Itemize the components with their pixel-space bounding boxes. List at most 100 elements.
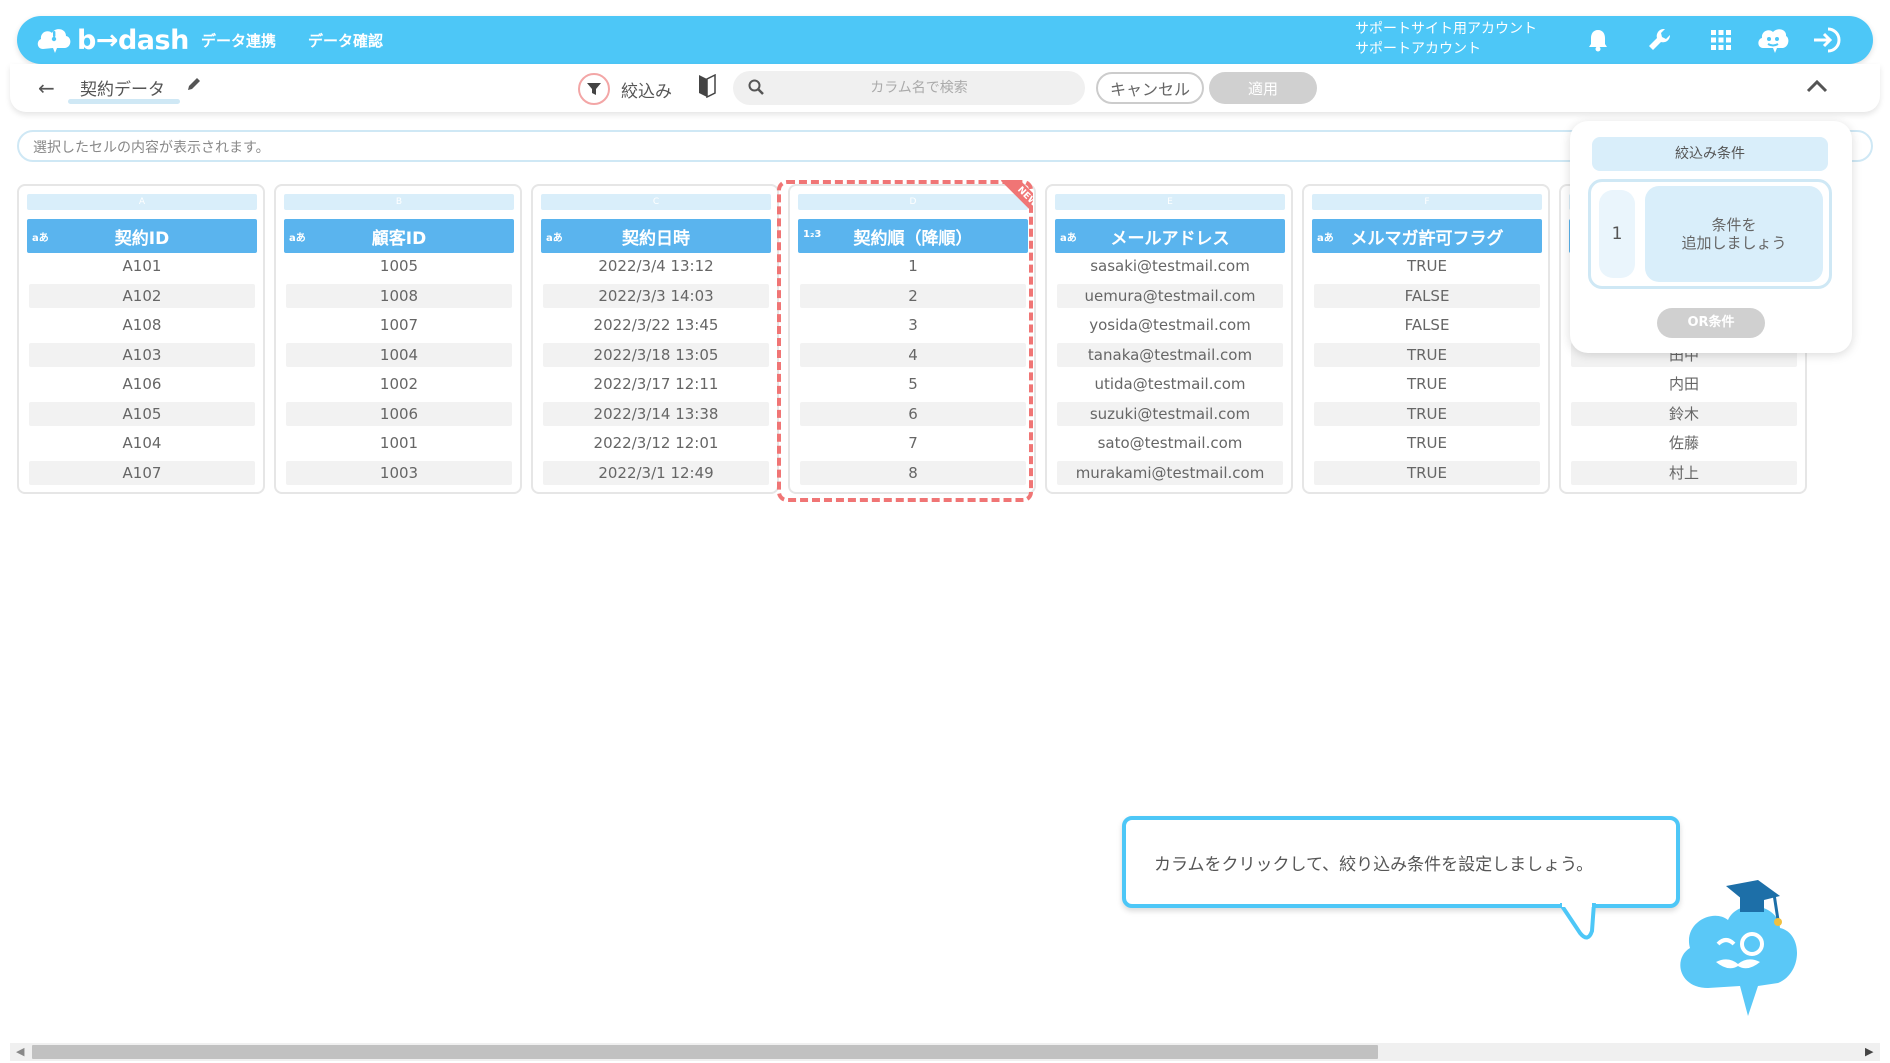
nav-data-integration[interactable]: データ連携 xyxy=(201,30,276,51)
table-cell[interactable]: 1006 xyxy=(286,402,512,426)
account-info[interactable]: サポートサイト用アカウント サポートアカウント xyxy=(1355,19,1537,59)
tooltip-tail xyxy=(1560,903,1596,940)
table-column[interactable]: Aaあ 契約ID A101 A102 A108 A103 A106 A105 A104 A107 xyxy=(17,184,265,494)
table-column[interactable]: Eaあ メールアドレス sasaki@testmail.com uemura@test… xyxy=(1045,184,1293,494)
table-cell[interactable]: 5 xyxy=(800,372,1026,396)
column-header[interactable]: aあ 契約ID xyxy=(27,219,257,253)
logo[interactable]: b→dash xyxy=(35,22,195,58)
dropzone-line2: 追加しましょう xyxy=(1681,234,1787,252)
table-cell[interactable]: A105 xyxy=(29,402,255,426)
table-column[interactable]: Faあ メルマガ許可フラグ TRUE FALSE FALSE TRUE TRUE TRUE TR… xyxy=(1302,184,1550,494)
table-cell[interactable]: tanaka@testmail.com xyxy=(1057,343,1283,367)
edit-title-icon[interactable] xyxy=(186,76,202,96)
table-column[interactable]: Baあ 顧客ID 1005 1008 1007 1004 1002 1006 1001 1003 xyxy=(274,184,522,494)
table-cell[interactable]: TRUE xyxy=(1314,431,1540,455)
table-cell[interactable]: 8 xyxy=(800,461,1026,485)
table-cell[interactable]: 1004 xyxy=(286,343,512,367)
table-cell[interactable]: 内田 xyxy=(1571,372,1797,396)
table-cell[interactable]: A106 xyxy=(29,372,255,396)
table-cell[interactable]: 1002 xyxy=(286,372,512,396)
table-cell[interactable]: A108 xyxy=(29,313,255,337)
scrollbar-thumb[interactable] xyxy=(32,1045,1378,1059)
table-cell[interactable]: TRUE xyxy=(1314,254,1540,278)
table-column[interactable]: Caあ 契約日時 2022/3/4 13:12 2022/3/3 14:03 2022/… xyxy=(531,184,779,494)
table-cell[interactable]: A107 xyxy=(29,461,255,485)
table-cell[interactable]: suzuki@testmail.com xyxy=(1057,402,1283,426)
column-name: 契約ID xyxy=(114,228,170,249)
table-cell[interactable]: A103 xyxy=(29,343,255,367)
table-cell[interactable]: TRUE xyxy=(1314,461,1540,485)
column-header[interactable]: 1₂3 契約順（降順） xyxy=(798,219,1028,253)
table-cell[interactable]: 2022/3/18 13:05 xyxy=(543,343,769,367)
table-column[interactable]: D 1₂3 契約順（降順） 1 2 3 4 5 6 7 8 xyxy=(788,184,1036,494)
wrench-icon[interactable] xyxy=(1644,24,1676,56)
table-cell[interactable]: TRUE xyxy=(1314,343,1540,367)
table-cell[interactable]: 2022/3/3 14:03 xyxy=(543,284,769,308)
table-cell[interactable]: 2022/3/14 13:38 xyxy=(543,402,769,426)
column-header[interactable]: aあ メルマガ許可フラグ xyxy=(1312,219,1542,253)
cancel-button[interactable]: キャンセル xyxy=(1096,72,1204,104)
logout-icon[interactable] xyxy=(1811,24,1843,56)
table-cell[interactable]: A104 xyxy=(29,431,255,455)
or-condition-button[interactable]: OR条件 xyxy=(1657,308,1765,338)
table-cell[interactable]: murakami@testmail.com xyxy=(1057,461,1283,485)
table-cell[interactable]: 1 xyxy=(800,254,1026,278)
table-cell[interactable]: 2 xyxy=(800,284,1026,308)
condition-group[interactable]: 1 条件を 追加しましょう xyxy=(1588,179,1832,289)
table-cell[interactable]: TRUE xyxy=(1314,372,1540,396)
table-cell[interactable]: yosida@testmail.com xyxy=(1057,313,1283,337)
table-cell[interactable]: A102 xyxy=(29,284,255,308)
nav-data-check[interactable]: データ確認 xyxy=(308,30,383,51)
column-letter: F xyxy=(1312,194,1542,210)
chevron-up-icon[interactable] xyxy=(1806,78,1828,97)
table-cell[interactable]: A101 xyxy=(29,254,255,278)
horizontal-scrollbar[interactable]: ◀ ▶ xyxy=(10,1043,1880,1061)
table-cell[interactable]: 1003 xyxy=(286,461,512,485)
table-cell[interactable]: 2022/3/4 13:12 xyxy=(543,254,769,278)
table-cell[interactable]: 1007 xyxy=(286,313,512,337)
table-cell[interactable]: 1001 xyxy=(286,431,512,455)
table-cell[interactable]: 2022/3/12 12:01 xyxy=(543,431,769,455)
table-cell[interactable]: 2022/3/22 13:45 xyxy=(543,313,769,337)
column-header[interactable]: aあ 顧客ID xyxy=(284,219,514,253)
mascot-help-icon[interactable] xyxy=(1757,24,1789,56)
column-letter: C xyxy=(541,194,771,210)
guide-tooltip: カラムをクリックして、絞り込み条件を設定しましょう。 xyxy=(1122,816,1680,908)
dropzone-line1: 条件を xyxy=(1711,216,1757,234)
table-cell[interactable]: 3 xyxy=(800,313,1026,337)
scroll-left-icon[interactable]: ◀ xyxy=(16,1045,24,1058)
table-cell[interactable]: TRUE xyxy=(1314,402,1540,426)
add-condition-dropzone[interactable]: 条件を 追加しましょう xyxy=(1645,186,1823,282)
bell-icon[interactable] xyxy=(1582,24,1614,56)
table-cell[interactable]: 村上 xyxy=(1571,461,1797,485)
table-cell[interactable]: 2022/3/17 12:11 xyxy=(543,372,769,396)
title-underline xyxy=(68,99,180,104)
table-cell[interactable]: 1005 xyxy=(286,254,512,278)
column-search-input[interactable] xyxy=(733,71,1085,105)
table-cell[interactable]: 佐藤 xyxy=(1571,431,1797,455)
table-cell[interactable]: 2022/3/1 12:49 xyxy=(543,461,769,485)
scroll-right-icon[interactable]: ▶ xyxy=(1865,1045,1873,1058)
table-cell[interactable]: uemura@testmail.com xyxy=(1057,284,1283,308)
column-letter: A xyxy=(27,194,257,210)
filter-icon[interactable] xyxy=(578,73,610,105)
table-cell[interactable]: 鈴木 xyxy=(1571,402,1797,426)
apply-button[interactable]: 適用 xyxy=(1209,72,1317,104)
grid-menu-icon[interactable] xyxy=(1705,24,1737,56)
table-cell[interactable]: 4 xyxy=(800,343,1026,367)
table-cell[interactable]: 1008 xyxy=(286,284,512,308)
back-arrow-icon[interactable]: ← xyxy=(38,76,55,100)
beginner-mark-icon[interactable] xyxy=(698,73,716,102)
table-cell[interactable]: utida@testmail.com xyxy=(1057,372,1283,396)
table-cell[interactable]: 6 xyxy=(800,402,1026,426)
column-letter: D xyxy=(798,194,1028,210)
table-cell[interactable]: 7 xyxy=(800,431,1026,455)
column-header[interactable]: aあ メールアドレス xyxy=(1055,219,1285,253)
column-type-badge: aあ xyxy=(546,233,563,244)
toolbar: ← 契約データ 絞込み キャンセル 適用 xyxy=(10,64,1880,112)
table-cell[interactable]: FALSE xyxy=(1314,313,1540,337)
table-cell[interactable]: sasaki@testmail.com xyxy=(1057,254,1283,278)
table-cell[interactable]: FALSE xyxy=(1314,284,1540,308)
column-header[interactable]: aあ 契約日時 xyxy=(541,219,771,253)
table-cell[interactable]: sato@testmail.com xyxy=(1057,431,1283,455)
